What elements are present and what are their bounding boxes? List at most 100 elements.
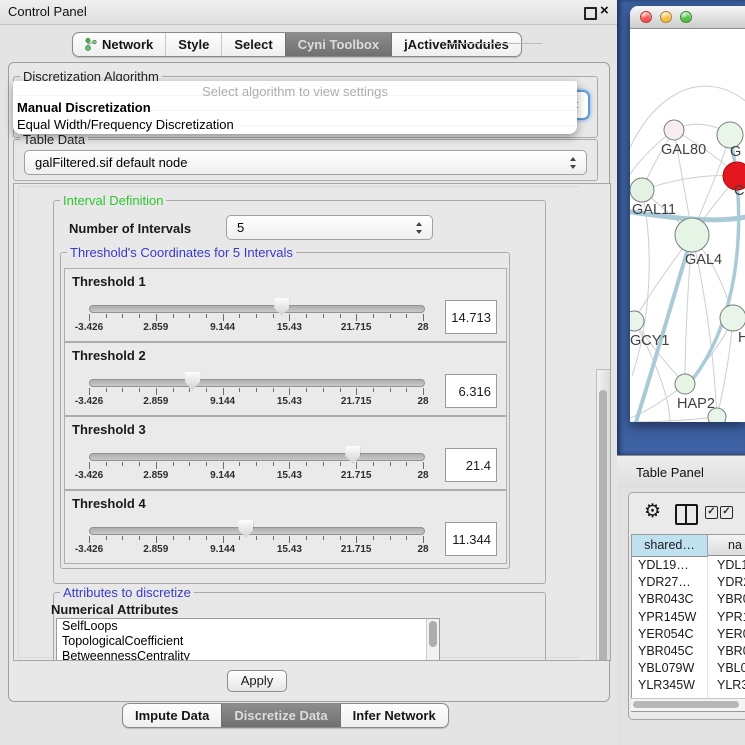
- table-data-value: galFiltered.sif default node: [35, 155, 187, 170]
- tab-discretize-data[interactable]: Discretize Data: [221, 704, 339, 727]
- network-node-GAL80[interactable]: [664, 120, 684, 140]
- combo-arrows-icon: [570, 157, 577, 169]
- tab-label: Network: [102, 37, 153, 52]
- scale-label: 2.859: [143, 544, 168, 555]
- scale-label: 28: [417, 544, 428, 555]
- tab-network[interactable]: Network: [73, 33, 165, 56]
- network-node-GCY1[interactable]: [630, 311, 644, 331]
- control-panel-bottom-tabs: Impute Data Discretize DataInfer Network: [122, 703, 449, 728]
- threshold-value-field[interactable]: 11.344: [445, 522, 497, 556]
- tab-impute-data[interactable]: Impute Data: [123, 704, 221, 727]
- num-intervals-value: 5: [237, 220, 244, 235]
- settings-vertical-scrollbar[interactable]: [596, 369, 611, 661]
- network-node-H[interactable]: [720, 305, 745, 331]
- table-row[interactable]: YBL079WYBL0: [632, 660, 745, 677]
- list-scrollbar[interactable]: [426, 619, 439, 661]
- attribute-list-item[interactable]: SelfLoops: [57, 619, 439, 634]
- tab-label: jActiveMNodules: [404, 37, 509, 52]
- cell-shared-name: YDR27…: [638, 574, 691, 591]
- threshold-row: Threshold 2 -3.4262.8599.14415.4321.7152…: [64, 342, 507, 416]
- split-columns-icon[interactable]: [675, 504, 698, 525]
- scale-label: 21.715: [341, 470, 372, 481]
- select-all-checkbox-icon[interactable]: ✓: [720, 506, 733, 519]
- popup-item[interactable]: Manual Discretization: [17, 100, 151, 115]
- scale-label: 15.43: [277, 544, 302, 555]
- scale-label: 15.43: [277, 396, 302, 407]
- scale-label: 9.144: [210, 322, 235, 333]
- table-row[interactable]: YER054CYER0: [632, 626, 745, 643]
- attribute-list-item[interactable]: BetweennessCentrality: [57, 649, 439, 661]
- table-panel-titlebar: Table Panel: [617, 455, 745, 489]
- control-panel-title: Control Panel: [8, 4, 87, 19]
- column-header-name[interactable]: na: [708, 535, 745, 556]
- network-node-HAP2[interactable]: [675, 374, 695, 394]
- network-node-GAL4[interactable]: [675, 218, 709, 252]
- cell-name: YPR1: [717, 609, 745, 626]
- table-horizontal-scrollbar[interactable]: [631, 698, 745, 711]
- cell-name: YDR2: [717, 574, 745, 591]
- attributes-group-label: Attributes to discretize: [60, 585, 194, 600]
- scale-label: -3.426: [75, 470, 103, 481]
- algorithm-dropdown-popup: Select algorithm to view settings Manual…: [13, 81, 577, 134]
- scrollbar-thumb[interactable]: [633, 701, 739, 708]
- threshold-slider-track[interactable]: [89, 527, 425, 535]
- apply-button[interactable]: Apply: [227, 670, 287, 692]
- column-header-shared-name[interactable]: shared…: [632, 535, 708, 557]
- slider-ticks: [89, 314, 423, 322]
- table-row[interactable]: YPR145W YPR1: [632, 609, 745, 626]
- threshold-slider-track[interactable]: [89, 305, 425, 313]
- tab-select[interactable]: Select: [221, 33, 284, 56]
- num-intervals-combobox[interactable]: 5: [226, 215, 433, 240]
- scale-label: 28: [417, 470, 428, 481]
- threshold-label: Threshold 3: [72, 422, 146, 437]
- select-all-checkbox-icon[interactable]: ✓: [705, 506, 718, 519]
- threshold-value-field[interactable]: 21.4: [445, 448, 497, 482]
- threshold-value-field[interactable]: 14.713: [445, 300, 497, 334]
- threshold-slider-track[interactable]: [89, 379, 425, 387]
- scale-label: 2.859: [143, 322, 168, 333]
- cell-name: YBR0: [717, 643, 745, 660]
- close-icon[interactable]: ×: [600, 2, 609, 19]
- attribute-list-item[interactable]: TopologicalCoefficient: [57, 634, 439, 649]
- tab-label: Cyni Toolbox: [298, 37, 379, 52]
- scale-label: 28: [417, 322, 428, 333]
- threshold-value-field[interactable]: 6.316: [445, 374, 497, 408]
- tab-infer-network[interactable]: Infer Network: [340, 704, 448, 727]
- float-window-icon[interactable]: [584, 7, 597, 20]
- slider-ticks: [89, 462, 423, 470]
- cell-shared-name: YPR145W: [638, 609, 696, 626]
- network-window-titlebar: [630, 6, 745, 29]
- table-row[interactable]: YLR345WYLR3: [632, 677, 745, 694]
- network-view-window: GAL80GCGAL11GAL4GCY1HHAP2: [630, 6, 745, 422]
- scrollbar-thumb[interactable]: [599, 390, 607, 661]
- settings-gear-icon[interactable]: ⚙: [644, 500, 661, 523]
- thresholds-group-label: Threshold's Coordinates for 5 Intervals: [67, 245, 296, 260]
- minimize-traffic-light[interactable]: [660, 11, 672, 23]
- zoom-traffic-light[interactable]: [680, 11, 692, 23]
- threshold-slider-track[interactable]: [89, 453, 425, 461]
- node-table[interactable]: shared… na YDL19…YDL1YDR27… YDR2YBR043CYB…: [631, 534, 745, 712]
- numerical-attributes-list[interactable]: SelfLoopsTopologicalCoefficientBetweenne…: [56, 618, 440, 661]
- cell-shared-name: YER054C: [638, 626, 694, 643]
- cell-name: YDL1: [717, 557, 745, 574]
- tab-cyni-toolbox[interactable]: Cyni Toolbox: [285, 33, 391, 56]
- control-panel-titlebar: Control Panel ×: [0, 0, 617, 25]
- cell-shared-name: YLR345W: [638, 677, 695, 694]
- table-row[interactable]: YDL19…YDL1: [632, 557, 745, 574]
- tab-label: Impute Data: [135, 708, 209, 723]
- table-data-combobox[interactable]: galFiltered.sif default node: [24, 150, 587, 175]
- slider-scale-labels: -3.4262.8599.14415.4321.71528: [89, 322, 423, 334]
- table-row[interactable]: YBR043CYBR0: [632, 591, 745, 608]
- control-panel-tabs: Network StyleSelect Cyni Toolbox jActiveMNo…: [72, 32, 522, 57]
- popup-item[interactable]: Equal Width/Frequency Discretization: [17, 117, 234, 132]
- tab-style[interactable]: Style: [165, 33, 221, 56]
- table-data-group-label: Table Data: [20, 132, 88, 147]
- threshold-label: Threshold 1: [72, 274, 146, 289]
- table-row[interactable]: YBR045CYBR0: [632, 643, 745, 660]
- network-canvas[interactable]: GAL80GCGAL11GAL4GCY1HHAP2: [630, 28, 745, 422]
- close-traffic-light[interactable]: [640, 11, 652, 23]
- network-node-GAL11[interactable]: [630, 178, 654, 202]
- table-row[interactable]: YDR27… YDR2: [632, 574, 745, 591]
- tab-jactivemnodules[interactable]: jActiveMNodules: [391, 33, 521, 56]
- network-edge[interactable]: [630, 417, 717, 422]
